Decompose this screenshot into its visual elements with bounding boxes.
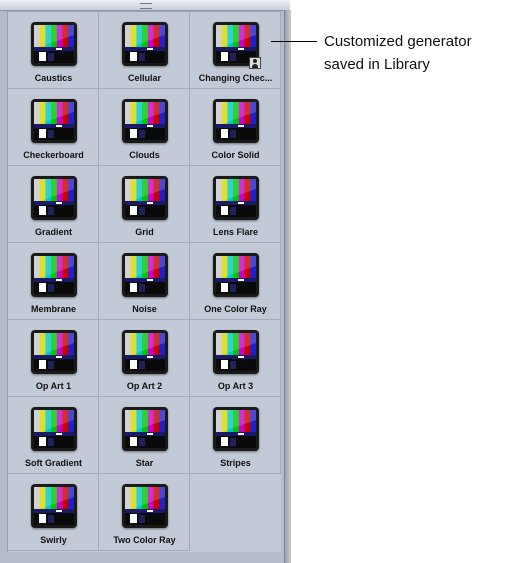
generator-label: Changing Chec... [198,73,273,83]
generator-label: Grid [135,227,154,237]
generator-tile[interactable]: Gradient [8,166,99,243]
color-bars-thumbnail-icon[interactable] [213,253,259,297]
generator-label: Noise [132,304,157,314]
color-bars-thumbnail-icon[interactable] [122,22,168,66]
scrollbar[interactable] [284,10,291,563]
generator-label: Op Art 2 [126,381,163,391]
color-bars-thumbnail-icon[interactable] [31,407,77,451]
generator-tile[interactable]: One Color Ray [190,243,281,320]
generator-tile[interactable]: Clouds [99,89,190,166]
generator-tile[interactable]: Op Art 1 [8,320,99,397]
color-bars-thumbnail-icon[interactable] [213,99,259,143]
color-bars-thumbnail-icon[interactable] [213,407,259,451]
color-bars-thumbnail-icon[interactable] [213,22,261,69]
generator-label: Op Art 3 [217,381,254,391]
color-bars-thumbnail-icon[interactable] [31,22,77,66]
generator-label: Soft Gradient [24,458,82,468]
generator-tile[interactable]: Checkerboard [8,89,99,166]
generator-label: Star [135,458,154,468]
generator-tile[interactable]: Membrane [8,243,99,320]
generator-label: Membrane [30,304,76,314]
color-bars-thumbnail-icon[interactable] [213,176,259,220]
generator-grid: Caustics Cellular Changing Chec... Checkerb… [7,11,281,552]
generator-label: Op Art 1 [35,381,72,391]
generator-tile[interactable]: Caustics [8,12,99,89]
generator-label: Stripes [220,458,251,468]
generator-label: One Color Ray [204,304,267,314]
callout-line-1: Customized generator [324,33,472,50]
color-bars-thumbnail-icon[interactable] [31,176,77,220]
color-bars-thumbnail-icon[interactable] [122,99,168,143]
user-library-icon [249,57,261,69]
generator-tile[interactable]: Swirly [8,474,99,551]
callout-line-2: saved in Library [324,56,430,73]
color-bars-thumbnail-icon[interactable] [122,176,168,220]
color-bars-thumbnail-icon[interactable] [31,99,77,143]
generator-tile[interactable]: Star [99,397,190,474]
resize-handle[interactable] [0,0,290,11]
generator-tile[interactable]: Stripes [190,397,281,474]
generator-label: Cellular [127,73,161,83]
library-browser-panel: Caustics Cellular Changing Chec... Checkerb… [0,0,291,563]
generator-tile[interactable]: Op Art 3 [190,320,281,397]
generator-label: Swirly [40,535,67,545]
generator-tile[interactable]: Cellular [99,12,190,89]
generator-label: Two Color Ray [113,535,176,545]
generator-tile[interactable]: Color Solid [190,89,281,166]
color-bars-thumbnail-icon[interactable] [31,484,77,528]
generator-tile[interactable]: Grid [99,166,190,243]
generator-label: Gradient [34,227,72,237]
generator-label: Caustics [34,73,73,83]
callout-leader-line [271,41,317,42]
callout-annotation: Customized generator saved in Library [324,30,472,76]
grip-icon[interactable] [140,3,152,9]
generator-tile[interactable]: Changing Chec... [190,12,281,89]
color-bars-thumbnail-icon[interactable] [122,253,168,297]
generator-label: Lens Flare [212,227,259,237]
color-bars-thumbnail-icon[interactable] [122,407,168,451]
generator-tile[interactable]: Lens Flare [190,166,281,243]
generator-tile[interactable]: Noise [99,243,190,320]
generator-tile[interactable]: Op Art 2 [99,320,190,397]
color-bars-thumbnail-icon[interactable] [31,253,77,297]
generator-label: Clouds [129,150,160,160]
color-bars-thumbnail-icon[interactable] [31,330,77,374]
generator-label: Color Solid [211,150,260,160]
color-bars-thumbnail-icon[interactable] [122,484,168,528]
color-bars-thumbnail-icon[interactable] [122,330,168,374]
color-bars-thumbnail-icon[interactable] [213,330,259,374]
generator-tile[interactable]: Soft Gradient [8,397,99,474]
generator-label: Checkerboard [23,150,84,160]
generator-tile[interactable]: Two Color Ray [99,474,190,551]
